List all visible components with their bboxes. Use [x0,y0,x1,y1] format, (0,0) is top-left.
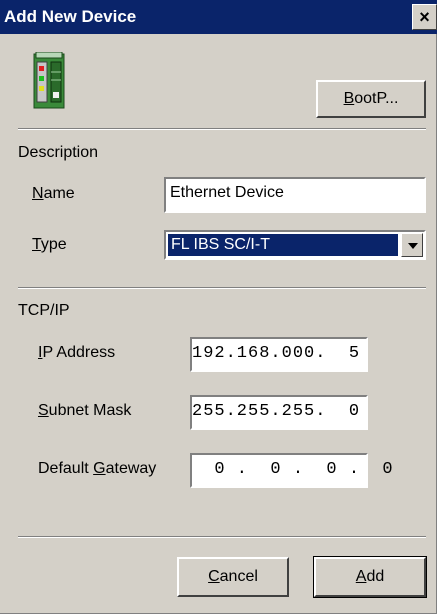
name-input-value: Ethernet Device [170,184,284,201]
separator-bottom [18,536,426,538]
ip-address-value: 192.168.000. 5 [192,344,361,363]
description-heading: Description [18,144,99,161]
type-select[interactable]: FL IBS SC/I-T [164,230,426,260]
window-title: Add New Device [4,7,137,26]
type-select-value: FL IBS SC/I-T [168,234,398,256]
dropdown-arrow-button[interactable] [401,233,423,257]
close-button[interactable]: × [412,4,437,30]
subnet-mask-field[interactable]: 255.255.255. 0 [190,395,368,430]
chevron-down-icon [408,243,418,249]
name-label: Name [32,185,75,202]
default-gateway-label: Default Gateway [38,460,157,477]
add-device-dialog: Add New Device × BootP... Description Na… [0,0,437,614]
type-label: Type [32,236,67,253]
tcpip-heading: TCP/IP [18,302,70,319]
separator-middle [18,287,426,289]
default-gateway-field[interactable]: 0 . 0 . 0 . 0 [190,453,394,488]
ip-address-field[interactable]: 192.168.000. 5 [190,337,368,372]
name-input[interactable]: Ethernet Device [164,177,426,213]
add-button-label: Add [355,568,385,585]
cancel-button-label: Cancel [208,568,258,585]
ip-address-label: IP Address [38,344,116,361]
subnet-mask-value: 255.255.255. 0 [192,402,361,421]
default-gateway-value: 0 . 0 . 0 . 0 [192,460,394,479]
device-module-icon [33,52,65,109]
add-button[interactable]: Add [313,556,427,598]
bootp-button-label: BootP... [343,90,399,107]
title-bar[interactable]: Add New Device × [0,0,437,34]
cancel-button[interactable]: Cancel [177,557,289,597]
subnet-mask-label: Subnet Mask [38,402,132,419]
separator-top [18,128,426,130]
bootp-button[interactable]: BootP... [316,80,426,118]
